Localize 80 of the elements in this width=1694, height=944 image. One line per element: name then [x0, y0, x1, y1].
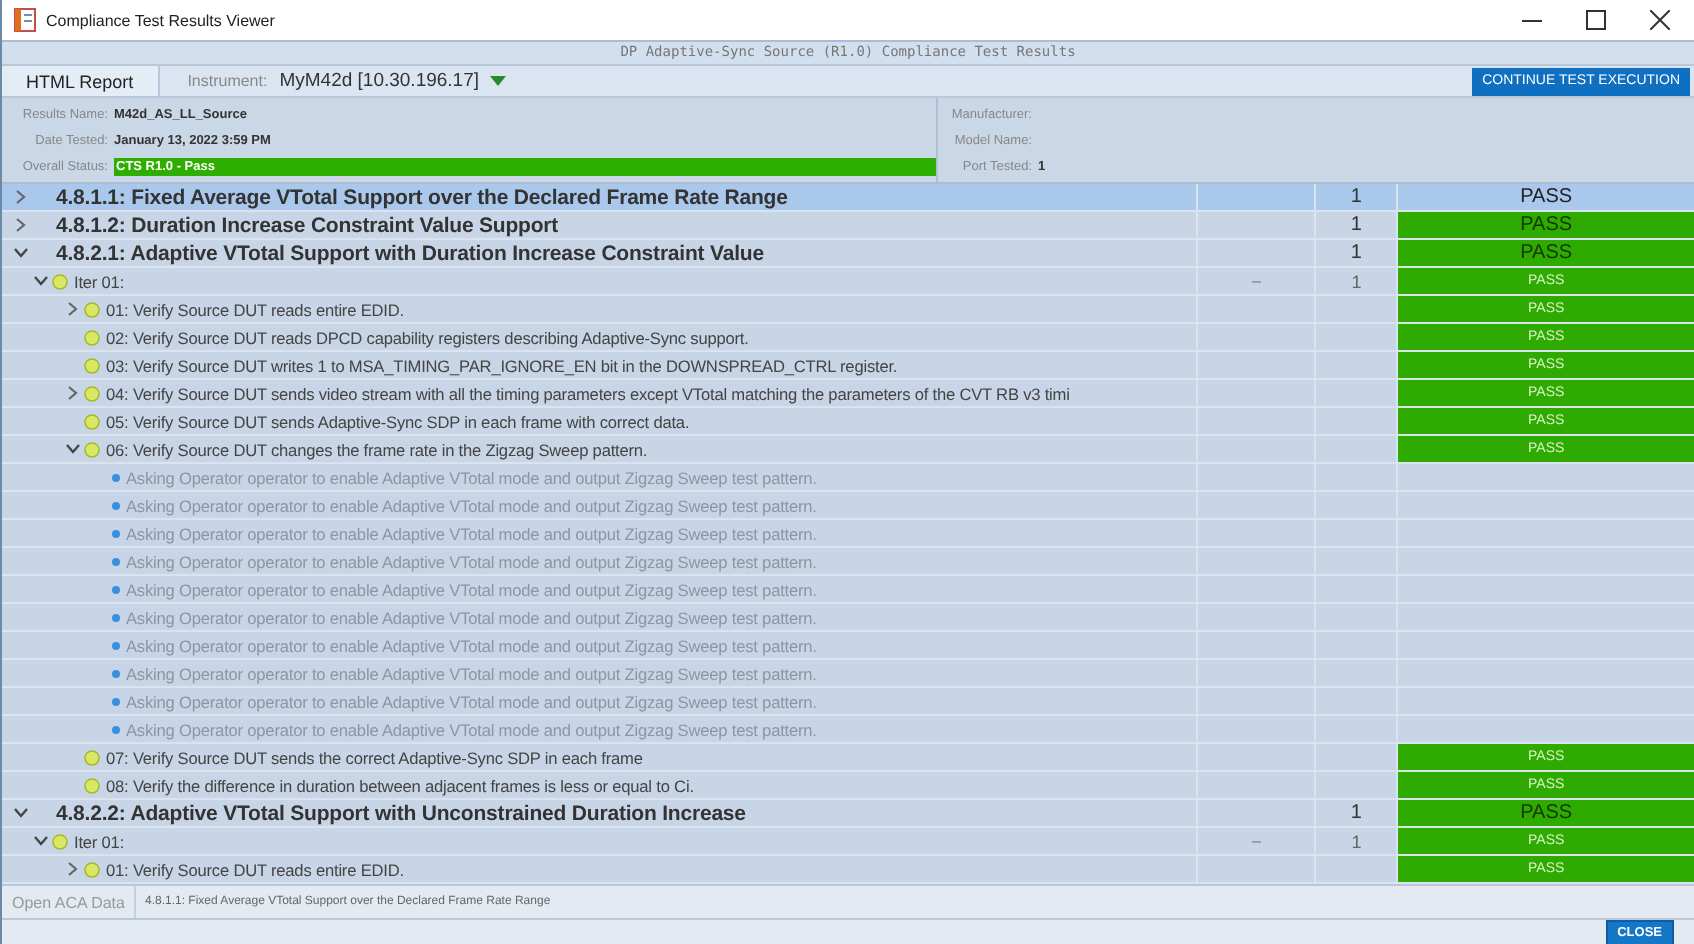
- chevron-down-icon[interactable]: [14, 808, 28, 818]
- row-label: Asking Operator operator to enable Adaptive VTotal mode and output Zigzag Sweep test pattern.: [126, 523, 817, 543]
- chevron-right-icon[interactable]: [16, 190, 26, 204]
- bullet-icon: [112, 669, 120, 677]
- count-cell: 1: [1350, 186, 1362, 208]
- bullet-icon: [112, 641, 120, 649]
- status-dot-icon: [84, 777, 100, 793]
- row-label: 4.8.2.2: Adaptive VTotal Support with Unconstrained Duration Increase: [56, 801, 746, 825]
- result-cell-text: PASS: [1518, 184, 1575, 210]
- bullet-icon: [112, 697, 120, 705]
- chevron-down-icon[interactable]: [34, 836, 48, 846]
- tree-row[interactable]: 4.8.1.2: Duration Increase Constraint Value Support 1 PASS: [2, 212, 1694, 240]
- row-label: Asking Operator operator to enable Adaptive VTotal mode and output Zigzag Sweep test pattern.: [126, 719, 817, 739]
- instrument-dropdown[interactable]: MyM42d [10.30.196.17]: [279, 70, 506, 92]
- row-label: 06: Verify Source DUT changes the frame rate in the Zigzag Sweep pattern.: [106, 439, 648, 459]
- row-label: 03: Verify Source DUT writes 1 to MSA_TIMING_PAR_IGNORE_EN bit in the DOWNSPREAD_CTRL register.: [106, 355, 898, 375]
- selected-tree-row[interactable]: 4.8.1.1: Fixed Average VTotal Support over the Declared Frame Rate Range 1 PASS: [2, 184, 1694, 212]
- status-dot-icon: [84, 329, 100, 345]
- row-label: Asking Operator operator to enable Adaptive VTotal mode and output Zigzag Sweep test pattern.: [126, 579, 817, 599]
- chevron-down-icon[interactable]: [14, 248, 28, 258]
- row-label: 04: Verify Source DUT sends video stream with all the timing parameters except VTotal matching the parameters of the CVT RB v3 timi: [106, 383, 1070, 403]
- result-cell: PASS: [1398, 800, 1694, 826]
- row-label: Iter 01:: [74, 831, 125, 851]
- row-label: 4.8.1.2: Duration Increase Constraint Value Support: [56, 213, 559, 237]
- bullet-icon: [112, 613, 120, 621]
- maximize-icon[interactable]: [1586, 10, 1606, 30]
- status-dot-icon: [84, 749, 100, 765]
- result-cell: PASS: [1398, 240, 1694, 266]
- count-cell: 1: [1350, 802, 1362, 824]
- status-dot-icon: [84, 301, 100, 317]
- tree-row[interactable]: 4.8.2.2: Adaptive VTotal Support with Unconstrained Duration Increase 1 PASS: [2, 800, 1694, 828]
- row-label: Asking Operator operator to enable Adaptive VTotal mode and output Zigzag Sweep test pattern.: [126, 691, 817, 711]
- row-label: Iter 01:: [74, 271, 125, 291]
- html-report-tab[interactable]: HTML Report: [2, 66, 160, 96]
- row-label: Asking Operator operator to enable Adaptive VTotal mode and output Zigzag Sweep test pattern.: [126, 635, 817, 655]
- row-label: Asking Operator operator to enable Adaptive VTotal mode and output Zigzag Sweep test pattern.: [126, 663, 817, 683]
- chevron-right-icon[interactable]: [16, 218, 26, 232]
- window-title: Compliance Test Results Viewer: [46, 11, 275, 29]
- bullet-icon: [112, 585, 120, 593]
- status-dot-icon: [84, 357, 100, 373]
- row-label: 08: Verify the difference in duration between adjacent frames is less or equal to Ci.: [106, 775, 694, 795]
- row-label: 02: Verify Source DUT reads DPCD capability registers describing Adaptive-Sync support.: [106, 327, 749, 347]
- count-cell: 1: [1350, 214, 1362, 236]
- row-label: Asking Operator operator to enable Adaptive VTotal mode and output Zigzag Sweep test pattern.: [126, 467, 817, 487]
- bullet-icon: [112, 473, 120, 481]
- chevron-right-icon[interactable]: [68, 302, 78, 316]
- chevron-right-icon[interactable]: [68, 386, 78, 400]
- chevron-right-icon[interactable]: [68, 862, 78, 876]
- dash-cell: –: [1252, 832, 1261, 850]
- bullet-icon: [112, 725, 120, 733]
- row-label: Asking Operator operator to enable Adaptive VTotal mode and output Zigzag Sweep test pattern.: [126, 607, 817, 627]
- status-dot-icon: [84, 861, 100, 877]
- row-label: 01: Verify Source DUT reads entire EDID.: [106, 859, 404, 879]
- count-cell: 1: [1351, 271, 1362, 291]
- row-label: 4.8.2.1: Adaptive VTotal Support with Duration Increase Constraint Value: [56, 241, 764, 265]
- row-label: 4.8.1.1: Fixed Average VTotal Support over the Declared Frame Rate Range: [56, 185, 788, 209]
- row-label: Asking Operator operator to enable Adaptive VTotal mode and output Zigzag Sweep test pattern.: [126, 495, 817, 515]
- status-dot-icon: [52, 273, 68, 289]
- status-dot-icon: [52, 833, 68, 849]
- status-dot-icon: [84, 413, 100, 429]
- dash-cell: –: [1252, 272, 1261, 290]
- bullet-icon: [112, 501, 120, 509]
- row-label: 07: Verify Source DUT sends the correct Adaptive-Sync SDP in each frame: [106, 747, 643, 767]
- row-label: 05: Verify Source DUT sends Adaptive-Sync SDP in each frame with correct data.: [106, 411, 690, 431]
- bullet-icon: [112, 557, 120, 565]
- result-cell: PASS: [1398, 212, 1694, 238]
- count-cell: 1: [1350, 242, 1362, 264]
- chevron-down-icon[interactable]: [34, 276, 48, 286]
- row-label: Asking Operator operator to enable Adaptive VTotal mode and output Zigzag Sweep test pattern.: [126, 551, 817, 571]
- instrument-label: Instrument:: [187, 72, 268, 90]
- close-icon[interactable]: [1650, 10, 1670, 30]
- chevron-down-icon[interactable]: [66, 444, 80, 454]
- count-cell: 1: [1351, 831, 1362, 851]
- status-dot-icon: [84, 385, 100, 401]
- row-label: 01: Verify Source DUT reads entire EDID.: [106, 299, 404, 319]
- tree-row[interactable]: 4.8.2.1: Adaptive VTotal Support with Duration Increase Constraint Value 1 PASS: [2, 240, 1694, 268]
- caret-icon[interactable]: [489, 76, 506, 86]
- bullet-icon: [112, 529, 120, 537]
- app-icon: [14, 8, 36, 32]
- status-dot-icon: [84, 441, 100, 457]
